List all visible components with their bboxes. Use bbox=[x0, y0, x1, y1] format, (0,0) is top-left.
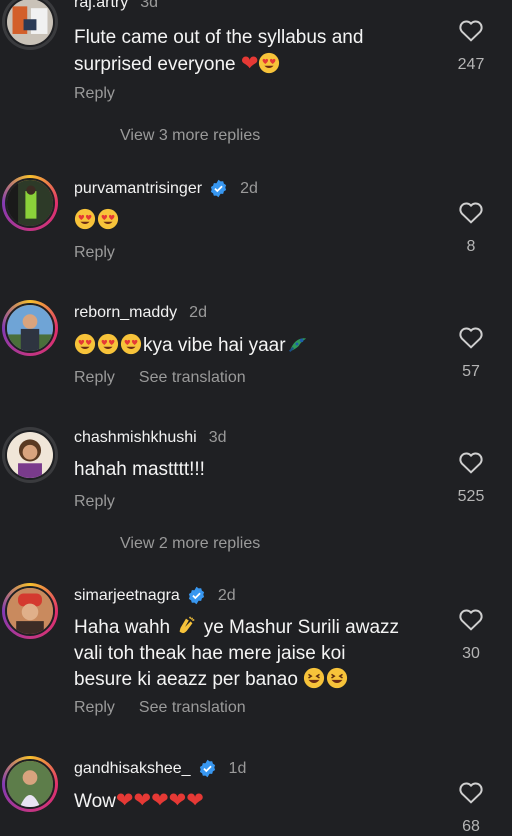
comment-chashmishkhushi: chashmishkhushi 3d hahah mastttt!!! Repl… bbox=[0, 425, 512, 525]
avatar[interactable] bbox=[2, 0, 58, 50]
view-more-replies[interactable]: View 2 more replies bbox=[120, 535, 260, 553]
comment-reborn-maddy: reborn_maddy 2d kya vibe hai yaar Reply … bbox=[0, 300, 512, 400]
comment-meta: purvamantrisinger 2d bbox=[74, 179, 258, 198]
avatar[interactable] bbox=[2, 756, 58, 812]
like-count: 68 bbox=[462, 818, 480, 835]
like-area: 8 bbox=[446, 200, 496, 256]
red-heart-emoji: ❤❤❤❤❤ bbox=[115, 789, 204, 812]
peacock-icon bbox=[288, 338, 306, 352]
heart-eyes-emoji bbox=[74, 208, 96, 230]
comment-raj-artry: raj.artry 3d Flute came out of the sylla… bbox=[0, 0, 512, 114]
username[interactable]: simarjeetnagra bbox=[74, 587, 180, 605]
heart-eyes-emoji bbox=[120, 333, 142, 355]
comment-body: ye Mashur Surili awazz bbox=[203, 617, 400, 638]
heart-outline-icon[interactable] bbox=[458, 607, 484, 631]
comment-body: hahah mastttt!!! bbox=[74, 459, 205, 480]
avatar[interactable] bbox=[2, 583, 58, 639]
comment-body: Wow bbox=[74, 791, 116, 812]
clap-icon bbox=[179, 616, 195, 634]
heart-outline-icon[interactable] bbox=[458, 18, 484, 42]
reply-button[interactable]: Reply bbox=[74, 699, 115, 717]
see-translation-button[interactable]: See translation bbox=[139, 699, 246, 717]
see-translation-button[interactable]: See translation bbox=[139, 369, 246, 387]
comment-text: kya vibe hai yaar bbox=[74, 333, 434, 359]
heart-eyes-emoji bbox=[97, 333, 119, 355]
like-count: 30 bbox=[462, 645, 480, 662]
like-count: 247 bbox=[457, 56, 485, 73]
red-heart-emoji: ❤ bbox=[240, 52, 259, 75]
comment-time: 3d bbox=[208, 429, 227, 446]
comment-text bbox=[74, 208, 434, 234]
verified-badge-icon bbox=[199, 759, 215, 778]
heart-outline-icon[interactable] bbox=[458, 780, 484, 804]
avatar[interactable] bbox=[2, 175, 58, 231]
username[interactable]: chashmishkhushi bbox=[74, 429, 197, 447]
comment-time: 2d bbox=[217, 586, 236, 604]
view-more-replies[interactable]: View 3 more replies bbox=[120, 127, 260, 145]
comment-meta: chashmishkhushi 3d bbox=[74, 429, 227, 447]
comment-time: 3d bbox=[140, 0, 159, 11]
username[interactable]: raj.artry bbox=[74, 0, 128, 12]
reply-button[interactable]: Reply bbox=[74, 244, 115, 262]
heart-outline-icon[interactable] bbox=[458, 325, 484, 349]
like-count: 57 bbox=[462, 363, 480, 380]
comment-time: 2d bbox=[189, 304, 207, 321]
avatar[interactable] bbox=[2, 300, 58, 356]
comment-line: vali toh theak hae mere jaise koi bbox=[74, 643, 346, 664]
heart-outline-icon[interactable] bbox=[458, 200, 484, 224]
like-area: 525 bbox=[446, 450, 496, 506]
like-area: 247 bbox=[446, 18, 496, 74]
like-count: 8 bbox=[466, 238, 476, 255]
comment-body: Haha wahh bbox=[74, 617, 171, 638]
comment-text: Flute came out of the syllabus and surpr… bbox=[74, 25, 434, 78]
laughing-emoji bbox=[327, 667, 348, 689]
comment-simarjeetnagra: simarjeetnagra 2d Haha wahh ye Mashur Su… bbox=[0, 583, 512, 733]
comment-body: kya vibe hai yaar bbox=[143, 335, 286, 356]
comment-actions: Reply bbox=[74, 493, 139, 511]
comment-body: besure ki aeazz per banao bbox=[74, 669, 298, 690]
like-area: 57 bbox=[446, 325, 496, 381]
username[interactable]: gandhisakshee_ bbox=[74, 760, 191, 778]
verified-badge-icon bbox=[188, 586, 204, 605]
comment-time: 1d bbox=[228, 759, 247, 777]
heart-outline-icon[interactable] bbox=[458, 450, 484, 474]
comment-line: besure ki aeazz per banao bbox=[74, 667, 434, 693]
comment-text: hahah mastttt!!! bbox=[74, 457, 434, 483]
comment-gandhisakshee: gandhisakshee_ 1d Wow❤❤❤❤❤ 68 bbox=[0, 756, 512, 836]
comment-body: Flute came out of the syllabus and surpr… bbox=[74, 27, 364, 75]
comment-time: 2d bbox=[240, 179, 258, 197]
comment-actions: Reply bbox=[74, 85, 139, 103]
username[interactable]: reborn_maddy bbox=[74, 304, 177, 322]
reply-button[interactable]: Reply bbox=[74, 369, 115, 387]
username[interactable]: purvamantrisinger bbox=[74, 180, 202, 198]
comment-actions: Reply See translation bbox=[74, 699, 270, 717]
comment-text: Wow❤❤❤❤❤ bbox=[74, 788, 434, 815]
like-area: 30 bbox=[446, 607, 496, 663]
comment-actions: Reply bbox=[74, 244, 139, 262]
comment-purvamantrisinger: purvamantrisinger 2d Reply 8 bbox=[0, 175, 512, 275]
comment-meta: raj.artry 3d bbox=[74, 0, 158, 12]
heart-eyes-emoji bbox=[97, 208, 119, 230]
laughing-emoji bbox=[304, 667, 325, 689]
like-area: 68 bbox=[446, 780, 496, 836]
comment-text: Haha wahh ye Mashur Surili awazz vali to… bbox=[74, 615, 434, 693]
reply-button[interactable]: Reply bbox=[74, 493, 115, 511]
reply-button[interactable]: Reply bbox=[74, 85, 115, 103]
comment-line: Haha wahh ye Mashur Surili awazz bbox=[74, 615, 434, 641]
comment-actions: Reply See translation bbox=[74, 369, 270, 387]
like-count: 525 bbox=[457, 488, 485, 505]
heart-eyes-emoji bbox=[259, 52, 280, 74]
comment-meta: gandhisakshee_ 1d bbox=[74, 759, 246, 778]
heart-eyes-emoji bbox=[74, 333, 96, 355]
comment-meta: simarjeetnagra 2d bbox=[74, 586, 236, 605]
comment-meta: reborn_maddy 2d bbox=[74, 304, 207, 322]
avatar[interactable] bbox=[2, 427, 58, 483]
verified-badge-icon bbox=[210, 179, 227, 198]
